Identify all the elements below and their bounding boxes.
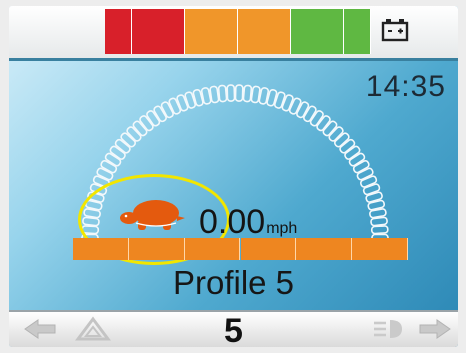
speed-bar-cell bbox=[240, 238, 297, 260]
speed-bar-cell bbox=[184, 238, 241, 260]
speed-bar-cell bbox=[296, 238, 353, 260]
dial-tick bbox=[242, 84, 253, 103]
max-speed-bar bbox=[73, 238, 408, 260]
dial-tick bbox=[226, 84, 236, 102]
speed-value: 0.00 bbox=[199, 203, 266, 241]
speed-readout: 0.00mph bbox=[199, 203, 297, 242]
dial-tick bbox=[234, 84, 244, 102]
speed-unit: mph bbox=[266, 220, 298, 237]
dial-tick bbox=[370, 216, 388, 227]
wheelchair-display: 14:35 0.00mph Profile 5 5 bbox=[9, 6, 458, 347]
arrow-right-icon[interactable] bbox=[414, 316, 454, 342]
profile-name: Profile 5 bbox=[172, 264, 295, 301]
dial-tick bbox=[217, 84, 228, 103]
dial-tick bbox=[281, 94, 294, 112]
dial-tick bbox=[209, 85, 220, 104]
speed-bar-cell bbox=[352, 238, 408, 260]
dial-tick bbox=[370, 225, 389, 235]
lights-icon[interactable] bbox=[370, 316, 410, 342]
speed-bar-cell bbox=[128, 238, 185, 260]
speed-bar-cell bbox=[73, 238, 129, 260]
